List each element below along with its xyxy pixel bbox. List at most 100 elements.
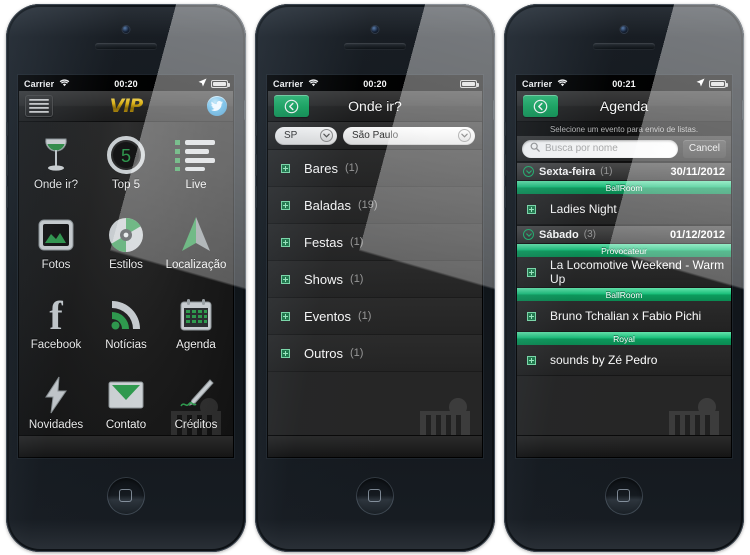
event-row[interactable]: sounds by Zé Pedro bbox=[517, 345, 731, 376]
volume-down-button[interactable] bbox=[504, 186, 506, 208]
volume-up-button[interactable] bbox=[6, 154, 8, 176]
volume-up-button[interactable] bbox=[504, 154, 506, 176]
bullet-square-icon bbox=[281, 348, 290, 358]
music-disc-icon bbox=[108, 212, 144, 258]
back-button[interactable] bbox=[523, 95, 558, 117]
location-arrow-icon bbox=[198, 78, 207, 89]
category-list: Bares (1) Baladas (19) Festas (1) Shows … bbox=[268, 150, 482, 372]
mute-switch[interactable] bbox=[255, 122, 257, 136]
top-bezel bbox=[255, 4, 495, 76]
list-item[interactable]: Eventos (1) bbox=[268, 298, 482, 335]
mute-switch[interactable] bbox=[6, 122, 8, 136]
agenda-navbar: Agenda bbox=[517, 91, 731, 122]
home-navbar: VIP bbox=[19, 91, 233, 122]
grid-item-live[interactable]: Live bbox=[161, 132, 231, 210]
list-item[interactable]: Bares (1) bbox=[268, 150, 482, 187]
grid-label: Fotos bbox=[41, 259, 71, 271]
volume-down-button[interactable] bbox=[255, 186, 257, 208]
power-button[interactable] bbox=[493, 100, 495, 120]
agenda-subnote: Selecione um evento para envio de listas… bbox=[517, 122, 731, 136]
hamburger-menu-icon[interactable] bbox=[25, 95, 53, 117]
power-button[interactable] bbox=[742, 100, 744, 120]
search-input[interactable]: Busca por nome bbox=[522, 139, 678, 158]
grid-label: Estilos bbox=[109, 259, 143, 271]
event-row[interactable]: La Locomotive Weekend - Warm Up bbox=[517, 257, 731, 288]
category-name: Festas bbox=[304, 234, 344, 250]
battery-icon bbox=[709, 79, 728, 88]
venue-bar: Royal bbox=[517, 332, 731, 345]
grid-label: Agenda bbox=[176, 339, 216, 351]
status-time: 00:20 bbox=[363, 78, 387, 89]
onde-ir-navbar: Onde ir? bbox=[268, 91, 482, 122]
bottom-bezel bbox=[255, 457, 495, 552]
grid-label: Localização bbox=[165, 259, 227, 271]
grid-item-agenda[interactable]: Agenda bbox=[161, 292, 231, 370]
home-button[interactable] bbox=[605, 477, 643, 515]
bullet-square-icon bbox=[281, 163, 290, 173]
grid-label: Top 5 bbox=[111, 179, 141, 191]
status-bar: Carrier 00:21 bbox=[517, 76, 731, 91]
city-select[interactable]: São Paulo bbox=[343, 126, 475, 145]
earpiece-speaker bbox=[95, 43, 157, 49]
event-row[interactable]: Ladies Night bbox=[517, 194, 731, 225]
chevron-down-circle-icon bbox=[320, 129, 333, 142]
svg-text:5: 5 bbox=[121, 146, 131, 166]
grid-item-fotos[interactable]: Fotos bbox=[21, 212, 91, 290]
grid-item-noticias[interactable]: Notícias bbox=[91, 292, 161, 370]
grid-item-top-5[interactable]: 5 Top 5 bbox=[91, 132, 161, 210]
category-count: (1) bbox=[344, 162, 359, 174]
agenda-body: Selecione um evento para envio de listas… bbox=[517, 122, 731, 457]
home-button[interactable] bbox=[356, 477, 394, 515]
day-header[interactable]: Sábado (3) 01/12/2012 bbox=[517, 225, 731, 244]
grid-item-estilos[interactable]: Estilos bbox=[91, 212, 161, 290]
day-date: 30/11/2012 bbox=[670, 165, 725, 178]
iphone-device-onde-ir: Carrier 00:20 Onde ir? SP São Paulo Bare… bbox=[255, 4, 495, 552]
list-item[interactable]: Outros (1) bbox=[268, 335, 482, 372]
twitter-bird-icon[interactable] bbox=[207, 96, 227, 116]
list-item[interactable]: Shows (1) bbox=[268, 261, 482, 298]
status-bar: Carrier 00:20 bbox=[19, 76, 233, 91]
grid-item-localizacao[interactable]: Localização bbox=[161, 212, 231, 290]
state-value: SP bbox=[284, 130, 298, 141]
grid-label: Contato bbox=[105, 419, 147, 431]
day-header[interactable]: Sexta-feira (1) 30/11/2012 bbox=[517, 162, 731, 181]
volume-up-button[interactable] bbox=[255, 154, 257, 176]
earpiece-speaker bbox=[593, 43, 655, 49]
grid-item-facebook[interactable]: f Facebook bbox=[21, 292, 91, 370]
event-name: sounds by Zé Pedro bbox=[550, 353, 658, 367]
grid-item-onde-ir[interactable]: Onde ir? bbox=[21, 132, 91, 210]
vip-watermark-logo bbox=[167, 395, 225, 435]
screen-onde-ir: Carrier 00:20 Onde ir? SP São Paulo Bare… bbox=[268, 76, 482, 457]
volume-down-button[interactable] bbox=[6, 186, 8, 208]
event-row[interactable]: Bruno Tchalian x Fabio Pichi bbox=[517, 301, 731, 332]
mute-switch[interactable] bbox=[504, 122, 506, 136]
day-weekday: Sábado bbox=[539, 228, 579, 241]
home-button[interactable] bbox=[107, 477, 145, 515]
iphone-device-home: Carrier 00:20 VIP Onde ir? 5 Top 5 Live … bbox=[6, 4, 246, 552]
event-name: La Locomotive Weekend - Warm Up bbox=[550, 258, 725, 286]
day-weekday: Sexta-feira bbox=[539, 165, 596, 178]
screen-home: Carrier 00:20 VIP Onde ir? 5 Top 5 Live … bbox=[19, 76, 233, 457]
state-select[interactable]: SP bbox=[275, 126, 337, 145]
power-button[interactable] bbox=[244, 100, 246, 120]
cancel-button[interactable]: Cancel bbox=[682, 139, 726, 158]
list-item[interactable]: Festas (1) bbox=[268, 224, 482, 261]
bottom-bezel bbox=[6, 457, 246, 552]
chevron-down-circle-icon bbox=[458, 129, 471, 142]
category-count: (19) bbox=[357, 199, 378, 211]
top-bezel bbox=[504, 4, 744, 76]
live-list-icon bbox=[175, 132, 217, 178]
list-item[interactable]: Baladas (19) bbox=[268, 187, 482, 224]
calendar-icon bbox=[179, 292, 213, 338]
facebook-icon: f bbox=[44, 292, 68, 338]
bottom-toolbar bbox=[19, 435, 233, 457]
category-count: (1) bbox=[350, 273, 364, 285]
category-count: (1) bbox=[350, 236, 364, 248]
search-placeholder: Busca por nome bbox=[545, 143, 618, 154]
onde-ir-body: SP São Paulo Bares (1) Baladas (19) Fest… bbox=[268, 122, 482, 457]
back-button[interactable] bbox=[274, 95, 309, 117]
chevron-down-circle-icon bbox=[523, 229, 534, 240]
top5-badge-icon: 5 bbox=[107, 132, 145, 178]
search-bar: Busca por nome Cancel bbox=[517, 136, 731, 162]
chevron-left-circle-icon bbox=[284, 99, 299, 113]
